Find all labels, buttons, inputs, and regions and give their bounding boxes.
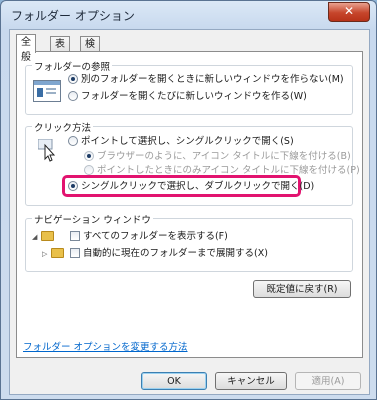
radio-single-click-control[interactable] bbox=[68, 136, 78, 146]
close-button[interactable]: ✕ bbox=[328, 2, 370, 22]
radio-same-window-control[interactable] bbox=[68, 74, 78, 84]
cursor-icon bbox=[37, 138, 58, 163]
radio-underline-point-control[interactable] bbox=[84, 165, 94, 175]
check-auto-expand-label: 自動的に現在のフォルダーまで展開する(X) bbox=[83, 248, 268, 259]
click-method-label: クリック方法 bbox=[32, 120, 94, 134]
help-link[interactable]: フォルダー オプションを変更する方法 bbox=[23, 339, 188, 353]
check-show-all-folders-label: すべてのフォルダーを表示する(F) bbox=[83, 231, 228, 242]
radio-new-window[interactable]: フォルダーを開くたびに新しいウィンドウを作る(W) bbox=[68, 91, 307, 103]
radio-double-click-label: シングルクリックで選択し、ダブルクリックで開く(D) bbox=[81, 181, 315, 192]
collapse-arrow-icon: ▷ bbox=[42, 250, 48, 258]
tab-search[interactable]: 検索 bbox=[80, 36, 100, 65]
check-show-all-folders[interactable]: すべてのフォルダーを表示する(F) bbox=[70, 231, 228, 243]
ok-button[interactable]: OK bbox=[141, 372, 207, 390]
radio-underline-browser-label: ブラウザーのように、アイコン タイトルに下線を付ける(B) bbox=[97, 151, 351, 162]
navigation-pane-label: ナビゲーション ウィンドウ bbox=[32, 212, 153, 226]
radio-new-window-label: フォルダーを開くたびに新しいウィンドウを作る(W) bbox=[81, 91, 307, 102]
radio-single-click-label: ポイントして選択し、シングルクリックで開く(S) bbox=[81, 136, 294, 147]
radio-underline-browser[interactable]: ブラウザーのように、アイコン タイトルに下線を付ける(B) bbox=[84, 151, 351, 163]
restore-defaults-button[interactable]: 既定値に戻す(R) bbox=[253, 280, 351, 298]
tab-view[interactable]: 表示 bbox=[50, 36, 70, 65]
radio-single-click[interactable]: ポイントして選択し、シングルクリックで開く(S) bbox=[68, 136, 294, 148]
browse-folders-label: フォルダーの参照 bbox=[32, 59, 113, 73]
radio-underline-browser-control[interactable] bbox=[84, 151, 94, 161]
window-title: フォルダー オプション bbox=[11, 9, 135, 23]
general-tab-panel: フォルダーの参照 別のフォルダーを開くときに新しいウィンドウを作らない(M) フ… bbox=[16, 51, 363, 358]
radio-double-click[interactable]: シングルクリックで選択し、ダブルクリックで開く(D) bbox=[68, 181, 314, 193]
tab-general[interactable]: 全般 bbox=[16, 34, 36, 63]
dialog-body: 全般 表示 検索 フォルダーの参照 別のフォルダーを開くときに新しいウィンドウを… bbox=[9, 29, 370, 395]
browse-folders-group: フォルダーの参照 別のフォルダーを開くときに新しいウィンドウを作らない(M) フ… bbox=[25, 59, 353, 115]
cancel-button[interactable]: キャンセル bbox=[215, 372, 287, 390]
folder-options-dialog: フォルダー オプション ✕ 全般 表示 検索 フォルダーの参照 別のフォルダーを… bbox=[0, 0, 377, 400]
apply-button[interactable]: 適用(A) bbox=[295, 372, 361, 390]
check-show-all-folders-control[interactable] bbox=[70, 231, 80, 241]
click-method-group: クリック方法 ポイントして選択し、シングルクリックで開く(S) ブラウザーのよう… bbox=[25, 120, 360, 206]
expand-arrow-icon: ◢ bbox=[32, 233, 38, 241]
radio-same-window[interactable]: 別のフォルダーを開くときに新しいウィンドウを作らない(M) bbox=[68, 74, 344, 86]
folder-icon bbox=[41, 231, 54, 241]
radio-same-window-label: 別のフォルダーを開くときに新しいウィンドウを作らない(M) bbox=[81, 74, 344, 85]
subfolder-icon bbox=[51, 248, 64, 258]
navigation-pane-group: ナビゲーション ウィンドウ ◢ ▷ すべてのフォルダーを表示する(F) 自動的に… bbox=[25, 212, 353, 272]
window-preview-icon bbox=[33, 80, 61, 102]
radio-new-window-control[interactable] bbox=[68, 91, 78, 101]
check-auto-expand[interactable]: 自動的に現在のフォルダーまで展開する(X) bbox=[70, 248, 268, 260]
radio-double-click-control[interactable] bbox=[68, 181, 78, 191]
check-auto-expand-control[interactable] bbox=[70, 248, 80, 258]
